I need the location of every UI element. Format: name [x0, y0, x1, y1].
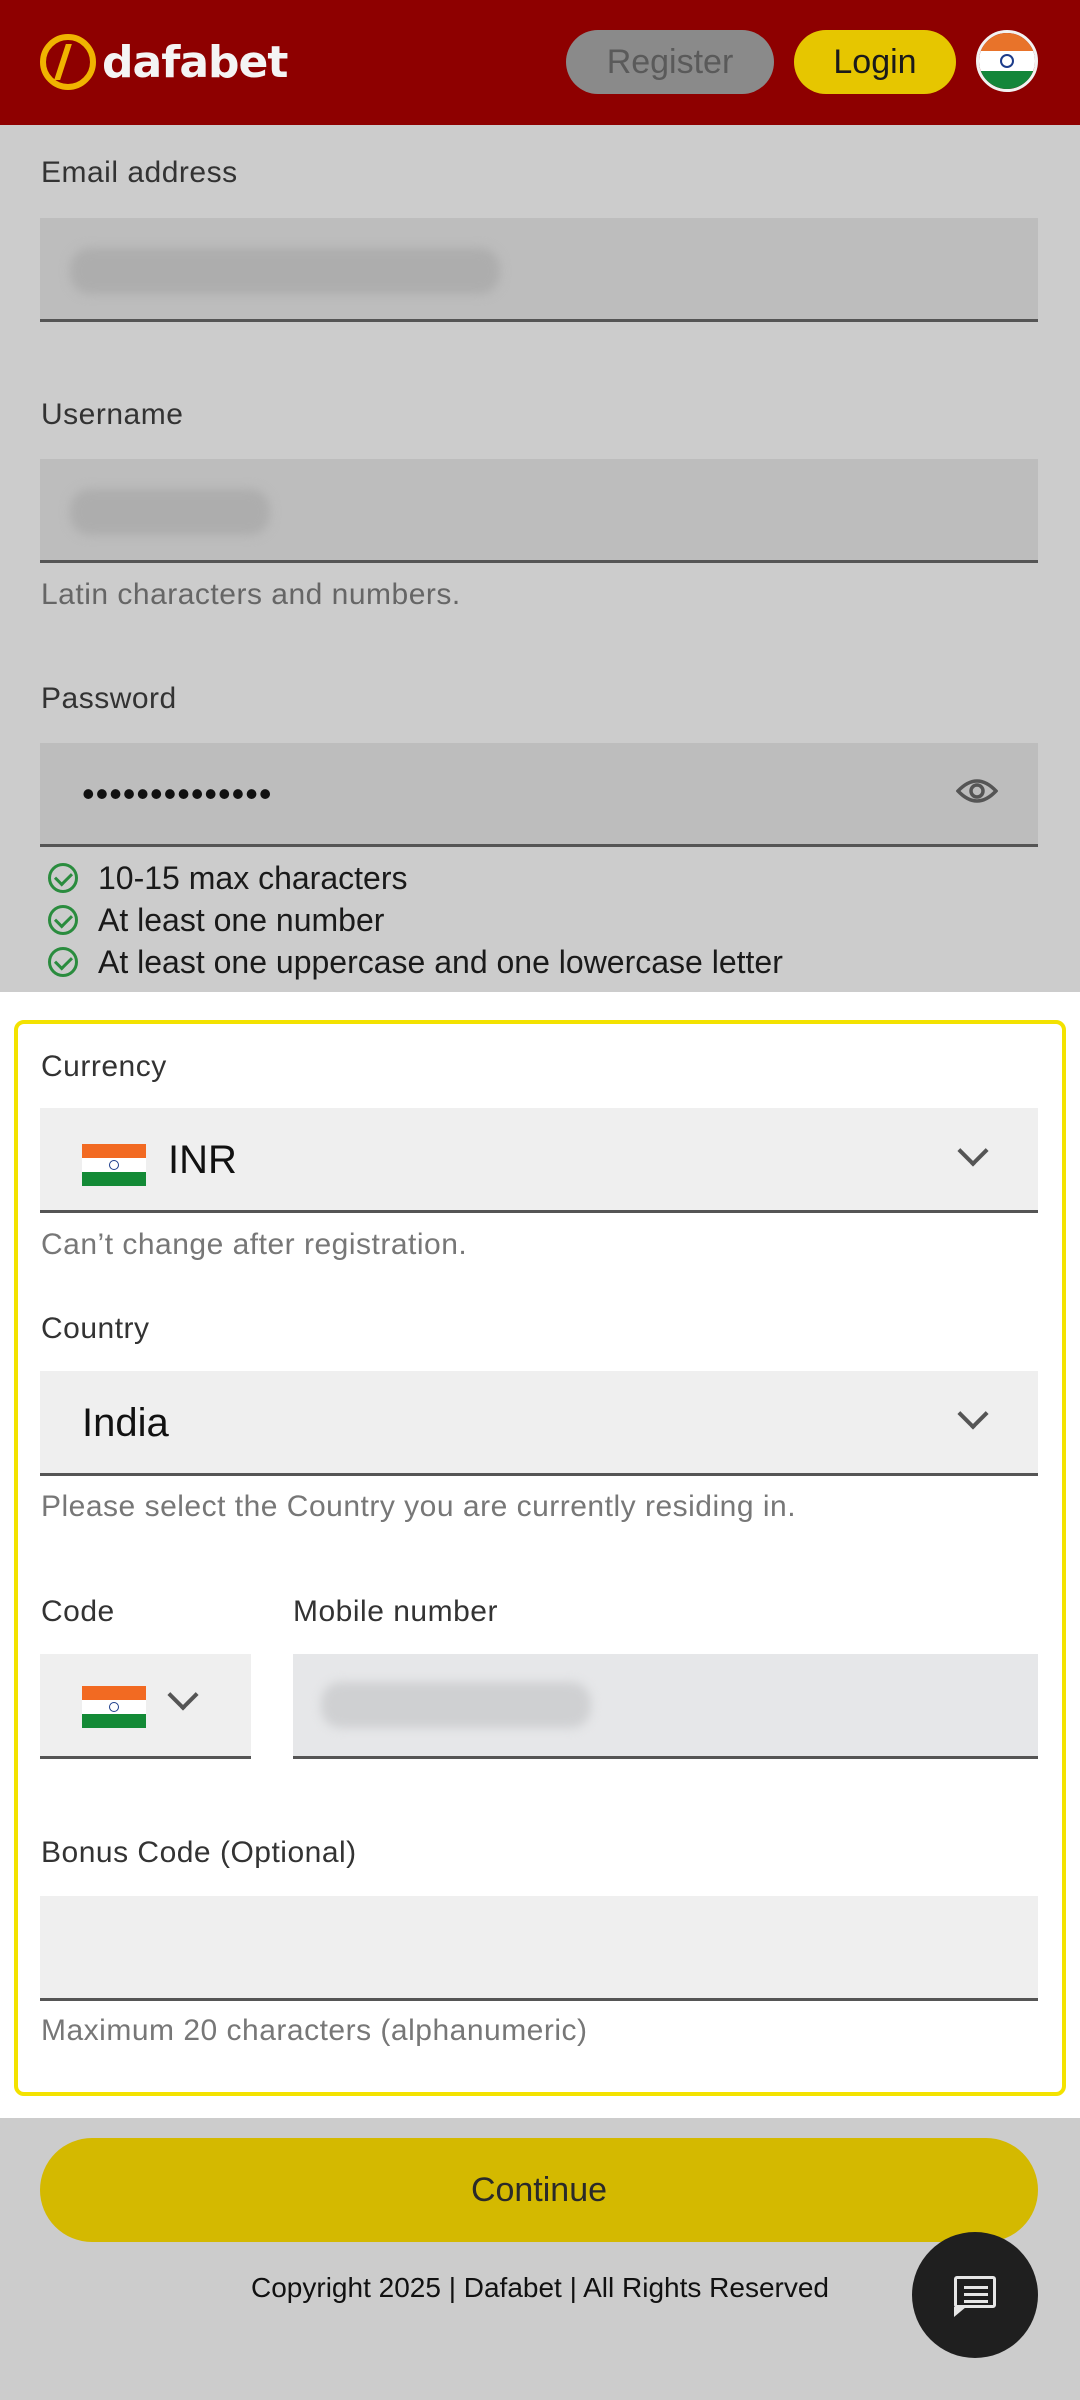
country-value: India: [82, 1401, 169, 1445]
chevron-down-icon: [957, 1135, 989, 1167]
logo-icon: [40, 34, 96, 90]
redacted-username: [70, 489, 270, 535]
currency-select[interactable]: INR: [40, 1108, 1038, 1213]
password-field[interactable]: ••••••••••••••: [40, 743, 1038, 847]
show-password-eye-icon[interactable]: [956, 777, 998, 805]
india-flag-icon: [82, 1144, 146, 1186]
password-requirement: 10-15 max characters: [48, 858, 407, 898]
currency-label: Currency: [41, 1050, 167, 1083]
country-hint: Please select the Country you are curren…: [41, 1490, 797, 1523]
email-label: Email address: [41, 156, 238, 189]
redacted-email: [70, 248, 500, 294]
code-label: Code: [41, 1595, 115, 1628]
top-header: dafabet Register Login: [0, 0, 1080, 125]
password-requirement: At least one number: [48, 900, 384, 940]
username-field[interactable]: [40, 459, 1038, 563]
password-label: Password: [41, 682, 177, 715]
currency-value: INR: [168, 1138, 237, 1182]
username-label: Username: [41, 398, 184, 431]
bonus-code-label: Bonus Code (Optional): [41, 1836, 357, 1869]
country-code-select[interactable]: [40, 1654, 251, 1759]
continue-button[interactable]: Continue: [40, 2138, 1038, 2242]
check-circle-icon: [48, 905, 78, 935]
bonus-code-input[interactable]: [40, 1896, 1038, 2001]
chat-icon: [954, 2276, 996, 2317]
india-flag-icon[interactable]: [976, 30, 1038, 92]
currency-hint: Can’t change after registration.: [41, 1228, 468, 1261]
password-value: ••••••••••••••: [82, 773, 273, 814]
chevron-down-icon: [167, 1679, 199, 1711]
check-circle-icon: [48, 947, 78, 977]
login-button[interactable]: Login: [794, 30, 956, 94]
chevron-down-icon: [957, 1398, 989, 1430]
email-field[interactable]: [40, 218, 1038, 322]
dafabet-logo[interactable]: dafabet: [40, 30, 288, 94]
bonus-code-hint: Maximum 20 characters (alphanumeric): [41, 2014, 588, 2047]
country-label: Country: [41, 1312, 150, 1345]
password-requirement: At least one uppercase and one lowercase…: [48, 942, 783, 982]
logo-text: dafabet: [102, 36, 288, 88]
mobile-number-input[interactable]: [293, 1654, 1038, 1759]
chat-button[interactable]: [912, 2232, 1038, 2358]
check-circle-icon: [48, 863, 78, 893]
register-button[interactable]: Register: [566, 30, 774, 94]
redacted-mobile: [321, 1682, 591, 1728]
username-hint: Latin characters and numbers.: [41, 578, 461, 611]
india-flag-icon: [82, 1686, 146, 1728]
mobile-number-label: Mobile number: [293, 1595, 498, 1628]
country-select[interactable]: India: [40, 1371, 1038, 1476]
